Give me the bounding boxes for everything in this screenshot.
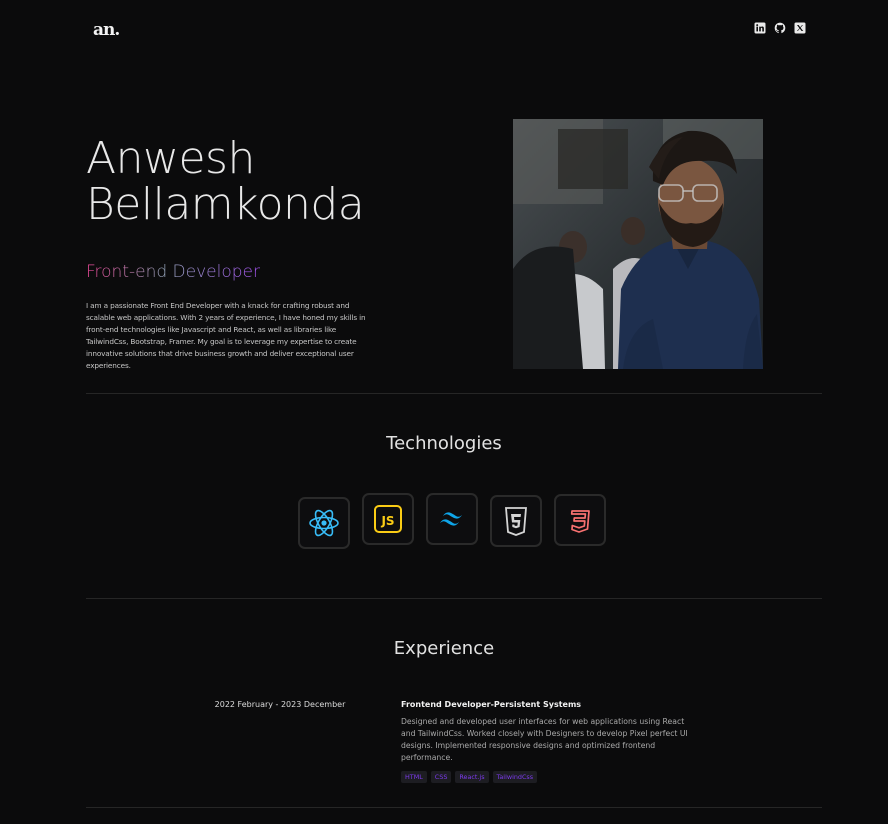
technologies-list: JS	[0, 493, 888, 553]
section-divider	[86, 807, 822, 808]
tech-card-javascript: JS	[362, 493, 414, 545]
profile-photo	[513, 119, 763, 369]
skill-tag: HTML	[401, 771, 427, 783]
javascript-icon: JS	[374, 505, 402, 533]
tech-card-html5	[490, 495, 542, 547]
html5-icon	[505, 507, 527, 536]
github-icon[interactable]	[774, 22, 786, 34]
role-title: Front-end Developer	[86, 262, 260, 282]
skill-tag: React.js	[455, 771, 489, 783]
linkedin-icon[interactable]	[754, 22, 766, 34]
hero-name: Anwesh Bellamkonda	[86, 133, 365, 230]
section-divider	[86, 598, 822, 599]
experience-job-title: Frontend Developer-Persistent Systems	[401, 700, 582, 709]
tech-card-react	[298, 497, 350, 549]
experience-date: 2022 February - 2023 December	[214, 700, 346, 709]
react-icon	[309, 509, 339, 537]
hero-bio: I am a passionate Front End Developer wi…	[86, 301, 366, 370]
experience-tags: HTML CSS React.js TailwindCss	[401, 771, 538, 783]
technologies-title: Technologies	[386, 433, 502, 454]
first-name: Anwesh	[86, 133, 255, 184]
skill-tag: CSS	[430, 771, 452, 783]
last-name: Bellamkonda	[86, 179, 365, 230]
experience-description: Designed and developed user interfaces f…	[401, 717, 688, 762]
top-nav: an.	[0, 18, 888, 40]
x-twitter-icon[interactable]	[794, 22, 806, 34]
tech-card-css3	[554, 494, 606, 546]
svg-text:JS: JS	[380, 514, 394, 528]
site-logo[interactable]: an.	[93, 20, 120, 40]
skill-tag: TailwindCss	[492, 771, 538, 783]
experience-title: Experience	[393, 638, 495, 659]
social-links	[754, 22, 806, 34]
css3-icon	[570, 510, 590, 533]
tailwindcss-icon	[440, 512, 462, 526]
tech-card-tailwindcss	[426, 493, 478, 545]
section-divider	[86, 393, 822, 394]
